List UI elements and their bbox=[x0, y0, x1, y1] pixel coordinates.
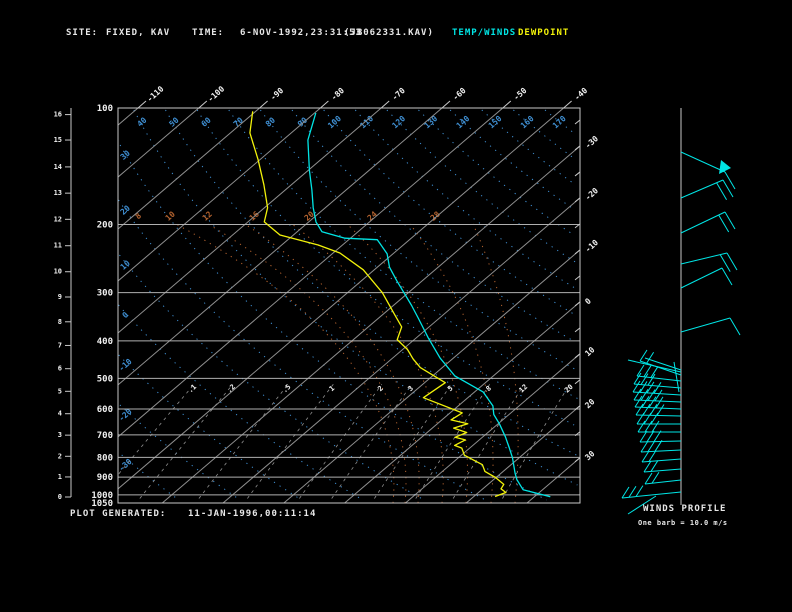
svg-text:.1: .1 bbox=[187, 383, 199, 395]
svg-text:28: 28 bbox=[429, 209, 442, 222]
svg-text:0: 0 bbox=[583, 296, 593, 306]
svg-text:-30: -30 bbox=[583, 134, 600, 150]
winds-profile bbox=[621, 108, 741, 515]
svg-text:-40: -40 bbox=[573, 86, 590, 102]
svg-text:12: 12 bbox=[54, 215, 62, 223]
svg-text:200: 200 bbox=[97, 220, 113, 230]
svg-text:10: 10 bbox=[164, 209, 177, 222]
svg-text:-30: -30 bbox=[117, 457, 134, 473]
svg-text:-10: -10 bbox=[117, 357, 134, 373]
svg-text:60: 60 bbox=[200, 115, 213, 128]
isobars: 10020030040050060070080090010001050 bbox=[91, 104, 581, 509]
svg-text:160: 160 bbox=[519, 114, 536, 130]
svg-text:6: 6 bbox=[58, 365, 62, 373]
svg-text:3: 3 bbox=[58, 431, 62, 439]
wind-barb bbox=[644, 471, 682, 485]
svg-text:900: 900 bbox=[97, 473, 113, 483]
svg-text:-60: -60 bbox=[451, 86, 468, 102]
svg-text:80: 80 bbox=[264, 115, 277, 128]
svg-text:11: 11 bbox=[54, 242, 62, 250]
svg-text:300: 300 bbox=[97, 289, 113, 299]
svg-text:-90: -90 bbox=[269, 86, 286, 102]
svg-text:700: 700 bbox=[97, 431, 113, 441]
svg-text:400: 400 bbox=[97, 337, 113, 347]
wind-barb bbox=[637, 420, 681, 433]
wind-barb bbox=[680, 151, 736, 190]
svg-text:8: 8 bbox=[134, 211, 144, 221]
wind-barb bbox=[680, 252, 738, 272]
svg-text:10: 10 bbox=[583, 345, 596, 358]
dewpoint-trace bbox=[249, 111, 507, 498]
svg-text:12: 12 bbox=[201, 209, 214, 222]
svg-text:5: 5 bbox=[58, 387, 62, 395]
wind-barb bbox=[627, 359, 682, 373]
wind-barb bbox=[639, 349, 682, 376]
svg-text:2: 2 bbox=[58, 452, 62, 460]
svg-text:600: 600 bbox=[97, 405, 113, 415]
plot-generated-value: 11-JAN-1996,00:11:14 bbox=[188, 509, 317, 519]
svg-text:1: 1 bbox=[328, 384, 336, 393]
winds-profile-title: WINDS PROFILE bbox=[643, 504, 727, 514]
dry-adiabats: -30-20-10010203040 50 60 70 80 90 100 110 120 130… bbox=[117, 109, 581, 501]
height-axis: 161514131211109876543210 bbox=[54, 108, 72, 501]
svg-text:-50: -50 bbox=[512, 86, 529, 102]
wind-barb bbox=[680, 179, 734, 201]
svg-text:20: 20 bbox=[583, 397, 596, 410]
svg-text:7: 7 bbox=[58, 341, 62, 349]
svg-text:110: 110 bbox=[358, 114, 375, 130]
svg-text:8: 8 bbox=[485, 384, 493, 393]
svg-text:30: 30 bbox=[119, 148, 132, 161]
svg-text:4: 4 bbox=[58, 410, 62, 418]
svg-text:30: 30 bbox=[583, 449, 596, 462]
svg-text:500: 500 bbox=[97, 374, 113, 384]
svg-text:800: 800 bbox=[97, 453, 113, 463]
svg-text:20: 20 bbox=[563, 383, 575, 395]
wind-barb bbox=[640, 440, 682, 453]
winds-scale-note: One barb = 10.0 m/s bbox=[638, 519, 728, 527]
svg-text:-10: -10 bbox=[583, 238, 600, 254]
svg-text:1050: 1050 bbox=[91, 499, 113, 509]
wind-barb bbox=[632, 380, 682, 396]
svg-text:16: 16 bbox=[54, 111, 62, 119]
svg-text:140: 140 bbox=[455, 114, 472, 130]
svg-text:0: 0 bbox=[121, 310, 131, 320]
wind-barb bbox=[641, 450, 682, 463]
svg-text:-20: -20 bbox=[583, 186, 600, 202]
svg-text:100: 100 bbox=[326, 114, 343, 130]
svg-text:-80: -80 bbox=[329, 86, 346, 102]
svg-text:14: 14 bbox=[54, 163, 62, 171]
svg-text:1: 1 bbox=[58, 473, 62, 481]
svg-text:120: 120 bbox=[390, 114, 407, 130]
moist-adiabats: 8101216202428 bbox=[134, 209, 519, 504]
svg-text:-70: -70 bbox=[390, 86, 407, 102]
svg-text:40: 40 bbox=[135, 115, 148, 128]
svg-text:-110: -110 bbox=[145, 84, 165, 104]
wind-barb bbox=[680, 211, 736, 234]
svg-text:10: 10 bbox=[54, 268, 62, 276]
svg-text:15: 15 bbox=[54, 136, 62, 144]
wind-barb bbox=[680, 317, 741, 336]
svg-text:9: 9 bbox=[58, 293, 62, 301]
wind-barb bbox=[621, 485, 682, 499]
wind-barb bbox=[643, 460, 682, 473]
skewt-app-window: SITE: FIXED, KAV TIME: 6-NOV-1992,23:31:… bbox=[0, 0, 792, 612]
svg-text:8: 8 bbox=[58, 318, 62, 326]
plot-generated-label: PLOT GENERATED: bbox=[70, 509, 167, 519]
svg-text:12: 12 bbox=[518, 383, 530, 395]
svg-text:0: 0 bbox=[58, 493, 62, 501]
svg-text:-100: -100 bbox=[206, 84, 226, 104]
wind-barb bbox=[680, 267, 733, 289]
temperature-axis-labels: -110 -100 -90 -80 -70 -60 -50 -40-30-20-1001020… bbox=[137, 84, 600, 462]
svg-text:10: 10 bbox=[119, 258, 132, 271]
svg-text:150: 150 bbox=[487, 114, 504, 130]
isotherms bbox=[117, 107, 581, 504]
svg-text:20: 20 bbox=[119, 203, 132, 216]
svg-text:50: 50 bbox=[167, 115, 180, 128]
svg-text:13: 13 bbox=[54, 189, 62, 197]
svg-text:100: 100 bbox=[97, 104, 113, 114]
svg-text:2: 2 bbox=[376, 384, 384, 393]
